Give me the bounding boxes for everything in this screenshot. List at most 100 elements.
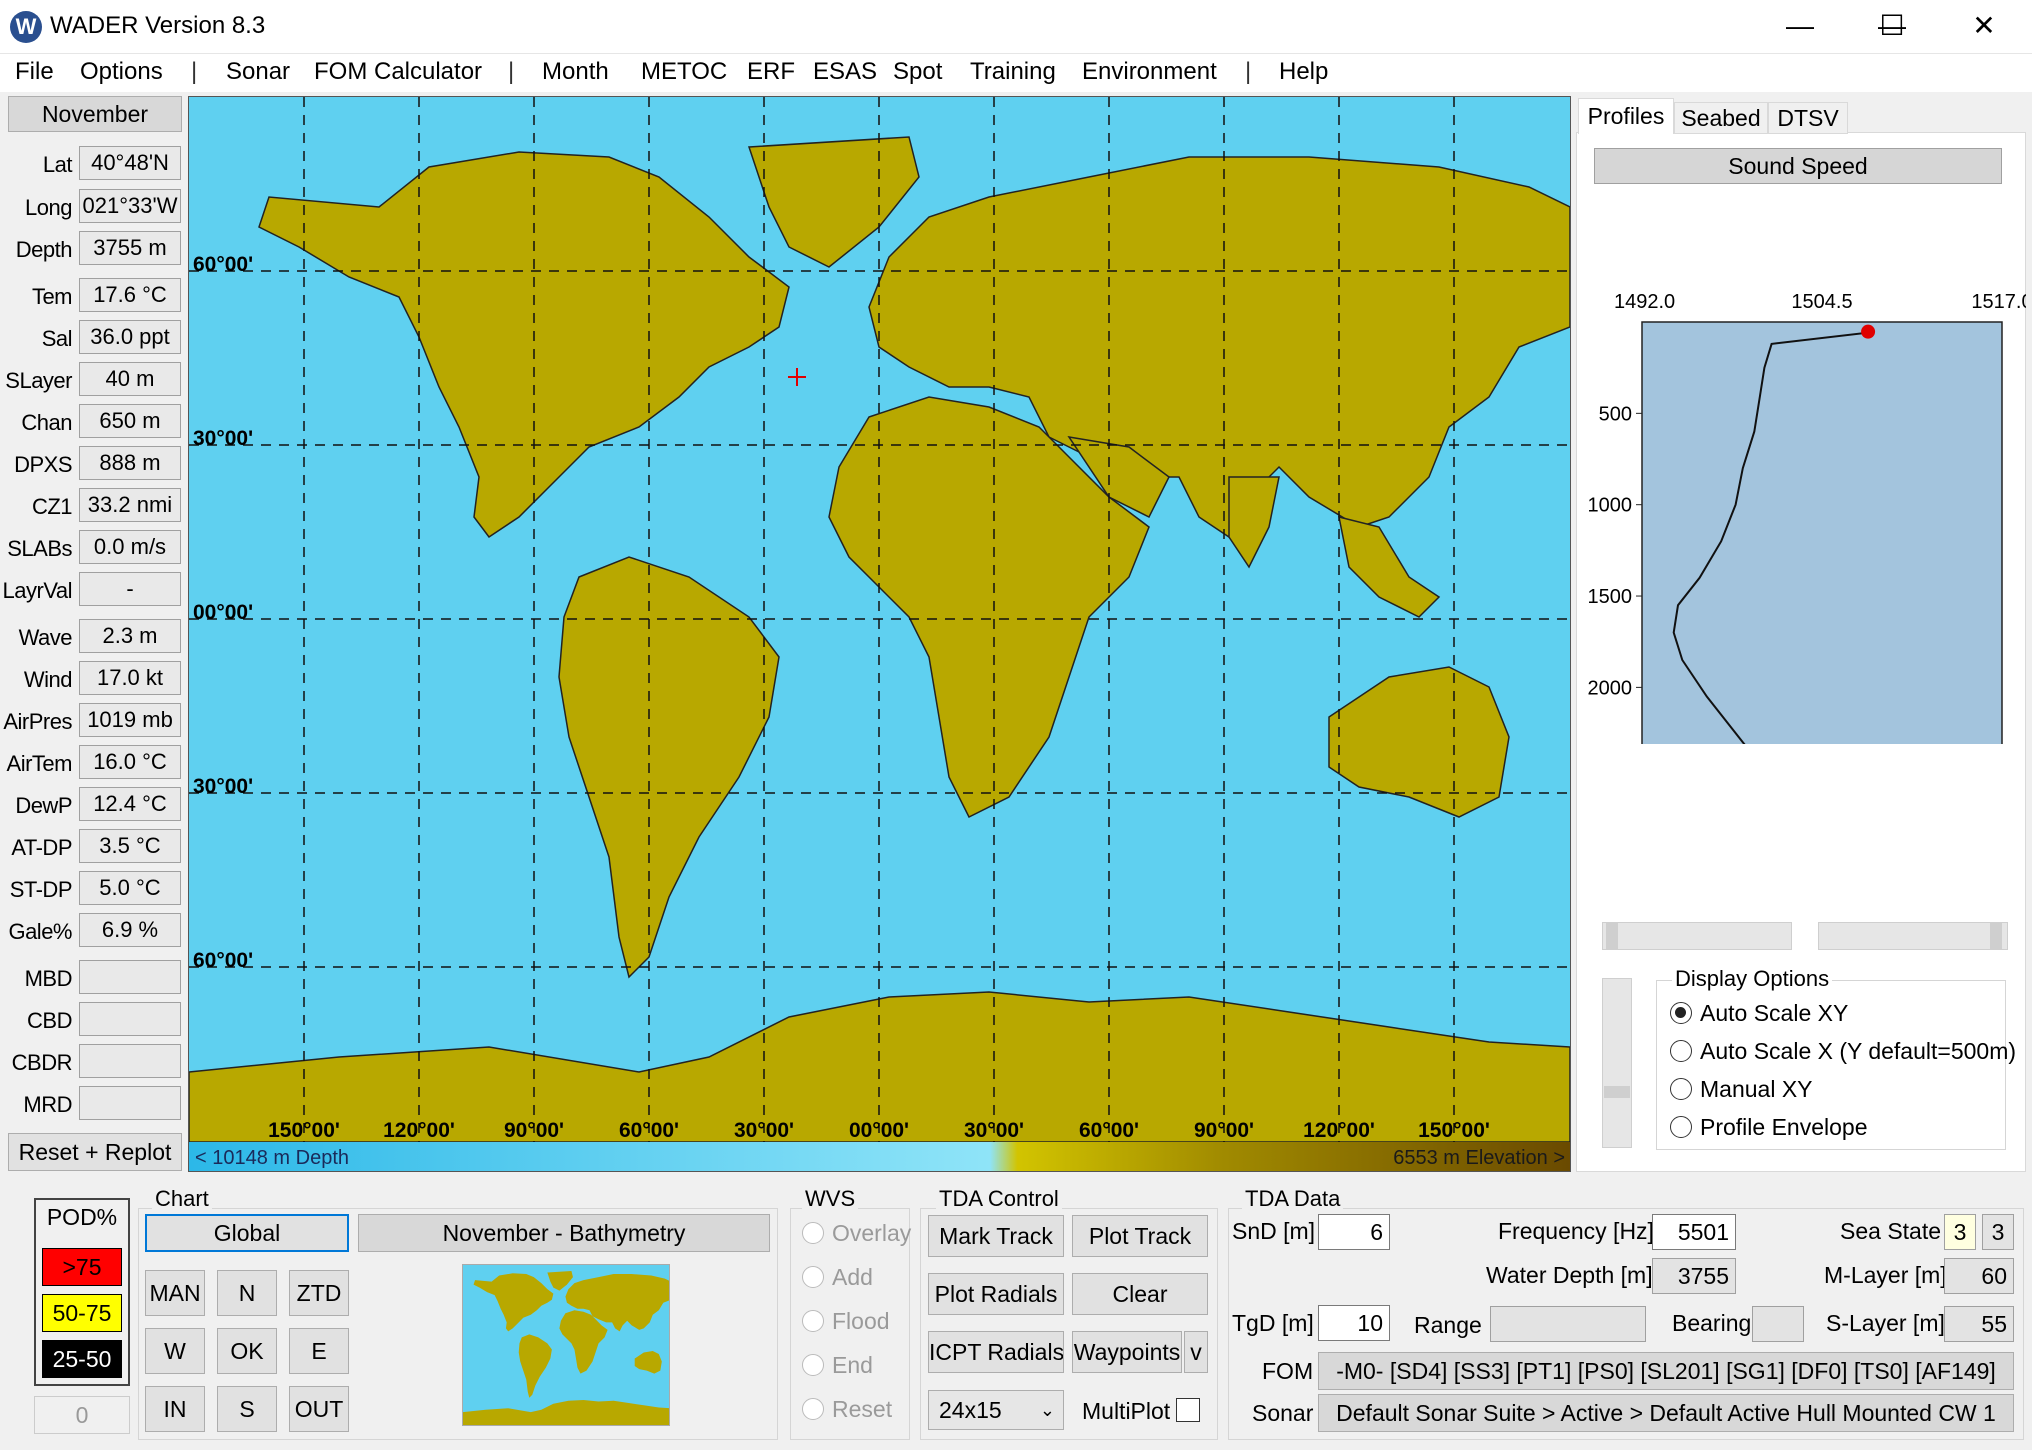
field-label-mbd: MBD bbox=[24, 966, 73, 991]
wvs-radio-end[interactable] bbox=[802, 1354, 824, 1376]
y-tick-label: 1000 bbox=[1588, 495, 1633, 517]
field-label-dpxs: DPXS bbox=[14, 452, 72, 477]
x-min-slider[interactable] bbox=[1602, 922, 1792, 950]
tgd-input[interactable]: 10 bbox=[1318, 1305, 1390, 1341]
tab-profiles[interactable]: Profiles bbox=[1578, 98, 1674, 134]
sonar-value: Default Sonar Suite > Active > Default A… bbox=[1318, 1394, 2014, 1432]
menu-sonar[interactable]: Sonar bbox=[226, 58, 290, 86]
multiplot-checkbox[interactable] bbox=[1176, 1398, 1200, 1422]
field-value-gale-: 6.9 % bbox=[79, 913, 181, 947]
grid-size-select[interactable]: 24x15 ⌄ bbox=[928, 1390, 1064, 1430]
menu-metoc[interactable]: METOC bbox=[641, 58, 727, 86]
x-tick-label: 1492.0 bbox=[1614, 291, 1675, 313]
field-value-depth: 3755 m bbox=[79, 231, 181, 265]
pod-legend: POD% >75 50-75 25-50 bbox=[34, 1198, 130, 1386]
nav-button-in[interactable]: IN bbox=[145, 1386, 205, 1432]
wvs-group-title: WVS bbox=[802, 1186, 859, 1212]
display-option-radio-3[interactable] bbox=[1670, 1116, 1692, 1138]
water-depth-label: Water Depth [m] bbox=[1486, 1262, 1653, 1288]
close-icon[interactable]: ✕ bbox=[1938, 0, 2030, 54]
reset-replot-button[interactable]: Reset + Replot bbox=[8, 1133, 182, 1171]
minimize-icon[interactable]: — bbox=[1754, 0, 1846, 54]
lon-label: 00°00' bbox=[849, 1119, 909, 1142]
frequency-input[interactable]: 5501 bbox=[1652, 1214, 1736, 1250]
lon-label: 30°00' bbox=[964, 1119, 1024, 1142]
nav-button-ok[interactable]: OK bbox=[217, 1328, 277, 1374]
wvs-label-end: End bbox=[832, 1352, 873, 1378]
field-label-wave: Wave bbox=[18, 625, 73, 650]
sound-speed-chart: 1492.01504.51517.05001000150020002500300… bbox=[1588, 291, 2026, 744]
display-option-radio-2[interactable] bbox=[1670, 1078, 1692, 1100]
menu-training[interactable]: Training bbox=[970, 58, 1056, 86]
mark-track-button[interactable]: Mark Track bbox=[928, 1215, 1064, 1257]
menu-help[interactable]: Help bbox=[1279, 58, 1328, 86]
y-tick-label: 1500 bbox=[1588, 586, 1633, 608]
menu-separator: | bbox=[508, 58, 515, 85]
snd-label: SnD [m] bbox=[1232, 1218, 1316, 1244]
menu-esas[interactable]: ESAS bbox=[813, 58, 877, 86]
y-slider[interactable] bbox=[1602, 978, 1632, 1148]
display-option-radio-1[interactable] bbox=[1670, 1040, 1692, 1062]
tab-dtsv[interactable]: DTSV bbox=[1768, 102, 1848, 134]
menu-options[interactable]: Options bbox=[80, 58, 163, 86]
plot-track-button[interactable]: Plot Track bbox=[1072, 1215, 1208, 1257]
nav-button-e[interactable]: E bbox=[289, 1328, 349, 1374]
nav-button-man[interactable]: MAN bbox=[145, 1270, 205, 1316]
app-icon: W bbox=[10, 11, 42, 43]
global-button[interactable]: Global bbox=[145, 1214, 349, 1252]
nav-button-out[interactable]: OUT bbox=[289, 1386, 349, 1432]
menu-file[interactable]: File bbox=[15, 58, 54, 86]
clear-button[interactable]: Clear bbox=[1072, 1273, 1208, 1315]
field-label-gale-: Gale% bbox=[8, 919, 72, 944]
wvs-radio-overlay[interactable] bbox=[802, 1222, 824, 1244]
field-label-cbd: CBD bbox=[27, 1008, 72, 1033]
display-option-radio-0[interactable] bbox=[1670, 1002, 1692, 1024]
menu-month[interactable]: Month bbox=[542, 58, 609, 86]
fom-label: FOM bbox=[1262, 1358, 1314, 1384]
field-value-mbd bbox=[79, 960, 181, 994]
menu-bar: File Options | Sonar FOM Calculator | Mo… bbox=[0, 54, 2032, 92]
menu-environment[interactable]: Environment bbox=[1082, 58, 1217, 86]
depth-elevation-legend bbox=[189, 1142, 1570, 1171]
world-map[interactable]: 60°00' 30°00' 00°00' 30°00' 60°00' 150°0… bbox=[188, 96, 1571, 1172]
y-slider-thumb[interactable] bbox=[1604, 1086, 1630, 1098]
nav-button-ztd[interactable]: ZTD bbox=[289, 1270, 349, 1316]
map-canvas[interactable]: 60°00' 30°00' 00°00' 30°00' 60°00' 150°0… bbox=[189, 97, 1570, 1171]
icpt-radials-button[interactable]: ICPT Radials bbox=[928, 1331, 1064, 1373]
sea-state-input[interactable]: 3 bbox=[1944, 1214, 1976, 1250]
slayer-label: S-Layer [m] bbox=[1826, 1310, 1945, 1336]
menu-spot[interactable]: Spot bbox=[893, 58, 942, 86]
lon-label: 90°00' bbox=[1194, 1119, 1254, 1142]
field-value-st-dp: 5.0 °C bbox=[79, 871, 181, 905]
y-tick-label: 2000 bbox=[1588, 677, 1633, 699]
field-value-at-dp: 3.5 °C bbox=[79, 829, 181, 863]
lon-label: 60°00' bbox=[1079, 1119, 1139, 1142]
bearing-label: Bearing bbox=[1672, 1310, 1752, 1336]
mini-map[interactable] bbox=[462, 1264, 670, 1426]
nav-button-s[interactable]: S bbox=[217, 1386, 277, 1432]
wvs-radio-add[interactable] bbox=[802, 1266, 824, 1288]
plot-radials-button[interactable]: Plot Radials bbox=[928, 1273, 1064, 1315]
x-min-slider-thumb[interactable] bbox=[1606, 922, 1618, 950]
wvs-radio-flood[interactable] bbox=[802, 1310, 824, 1332]
waypoints-button[interactable]: Waypoints bbox=[1072, 1331, 1182, 1373]
grid-size-value: 24x15 bbox=[939, 1397, 1002, 1423]
range-label: Range bbox=[1414, 1312, 1482, 1338]
snd-input[interactable]: 6 bbox=[1318, 1214, 1390, 1250]
pod-title: POD% bbox=[46, 1204, 118, 1230]
lat-label: 60°00' bbox=[193, 253, 253, 276]
menu-fom-calculator[interactable]: FOM Calculator bbox=[314, 58, 482, 86]
wvs-radio-reset[interactable] bbox=[802, 1398, 824, 1420]
nav-button-w[interactable]: W bbox=[145, 1328, 205, 1374]
x-max-slider-thumb[interactable] bbox=[1990, 922, 2002, 950]
tab-seabed[interactable]: Seabed bbox=[1674, 102, 1768, 134]
x-max-slider[interactable] bbox=[1818, 922, 2008, 950]
menu-erf[interactable]: ERF bbox=[747, 58, 795, 86]
nav-button-n[interactable]: N bbox=[217, 1270, 277, 1316]
field-label-sal: Sal bbox=[41, 326, 73, 351]
maximize-icon[interactable]: ☐ bbox=[1846, 0, 1938, 54]
field-value-cbd bbox=[79, 1002, 181, 1036]
field-label-airtem: AirTem bbox=[6, 751, 73, 776]
sea-state-value: 3 bbox=[1982, 1214, 2014, 1250]
waypoints-dropdown-button[interactable]: v bbox=[1184, 1331, 1208, 1373]
